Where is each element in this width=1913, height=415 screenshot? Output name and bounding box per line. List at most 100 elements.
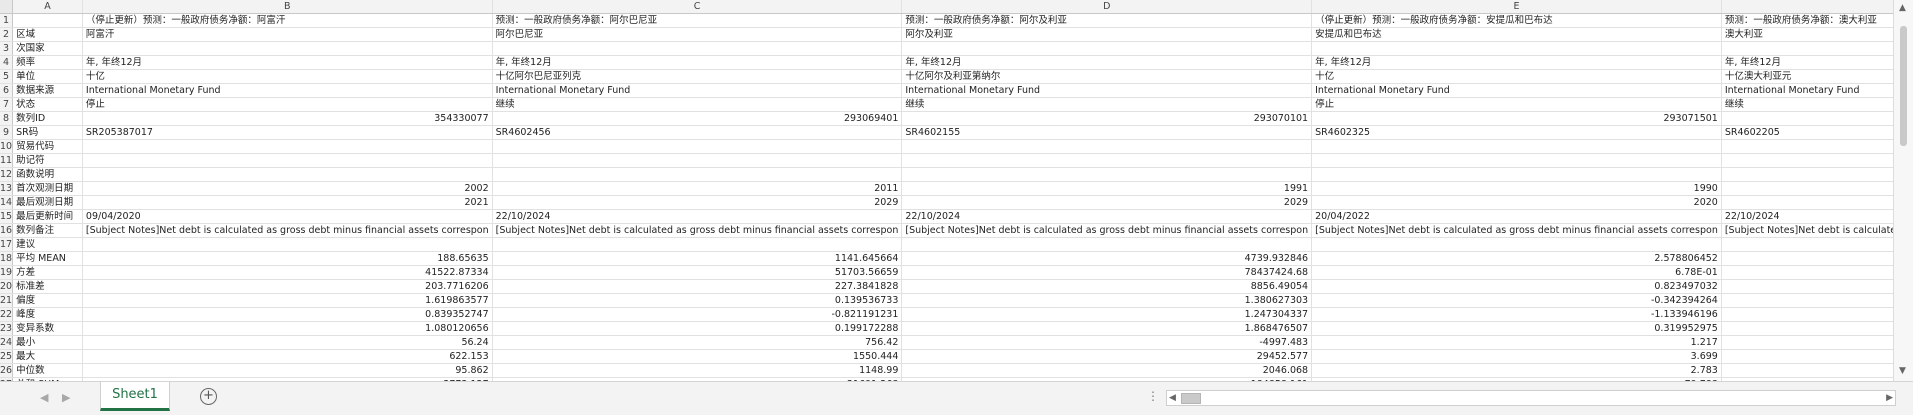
cell-c[interactable]: 1148.99 bbox=[492, 363, 903, 378]
cell-c[interactable]: 0.139536733 bbox=[492, 293, 903, 308]
horizontal-scroll-thumb[interactable] bbox=[1181, 393, 1201, 404]
cell-a[interactable]: 次国家 bbox=[12, 41, 83, 56]
scroll-down-icon[interactable]: ▼ bbox=[1899, 366, 1906, 376]
cell-b[interactable]: 0.839352747 bbox=[82, 307, 493, 322]
cell-d[interactable]: 78437424.68 bbox=[901, 265, 1313, 280]
cell-a[interactable] bbox=[12, 13, 83, 28]
cell-f[interactable] bbox=[1721, 195, 1893, 210]
cell-d[interactable] bbox=[901, 237, 1313, 252]
cell-a[interactable]: 标准差 bbox=[12, 279, 83, 294]
cell-b[interactable]: 622.153 bbox=[82, 349, 493, 364]
column-header[interactable]: E bbox=[1311, 0, 1722, 14]
cell-d[interactable]: SR4602155 bbox=[901, 125, 1313, 140]
cell-f[interactable]: 1.1 bbox=[1721, 321, 1893, 336]
cell-f[interactable]: 继续 bbox=[1721, 97, 1893, 112]
cell-b[interactable]: 41522.87334 bbox=[82, 265, 493, 280]
cell-d[interactable]: 十亿阿尔及利亚第纳尔 bbox=[901, 69, 1313, 84]
row-header[interactable]: 20 bbox=[0, 279, 14, 294]
cell-e[interactable] bbox=[1311, 237, 1722, 252]
cell-b[interactable]: SR205387017 bbox=[82, 125, 493, 140]
row-header[interactable]: 6 bbox=[0, 83, 14, 98]
column-header[interactable]: C bbox=[492, 0, 903, 14]
cell-a[interactable]: 方差 bbox=[12, 265, 83, 280]
cell-f[interactable]: 301 bbox=[1721, 251, 1893, 266]
horizontal-scrollbar[interactable]: ◀ ▶ bbox=[1166, 390, 1896, 406]
cell-d[interactable]: 22/10/2024 bbox=[901, 209, 1313, 224]
cell-a[interactable]: 函数说明 bbox=[12, 167, 83, 182]
row-header[interactable]: 15 bbox=[0, 209, 14, 224]
vertical-scroll-thumb[interactable] bbox=[1900, 26, 1907, 146]
column-header[interactable]: F bbox=[1721, 0, 1893, 14]
cell-c[interactable]: 年, 年终12月 bbox=[492, 55, 903, 70]
sheet-tab-sheet1[interactable]: Sheet1 bbox=[100, 382, 170, 411]
scroll-right-icon[interactable]: ▶ bbox=[1886, 391, 1893, 405]
cell-c[interactable]: 293069401 bbox=[492, 111, 903, 126]
cell-e[interactable]: （停止更新）预测：一般政府债务净额：安提瓜和巴布达 bbox=[1311, 13, 1722, 28]
cell-e[interactable] bbox=[1311, 153, 1722, 168]
cell-e[interactable]: -0.342394264 bbox=[1311, 293, 1722, 308]
more-options-icon[interactable]: ⋮ bbox=[1147, 389, 1159, 403]
data-table[interactable]: A B C D E F 1（停止更新）预测：一般政府债务净额：阿富汗预测：一般政… bbox=[0, 0, 1893, 381]
cell-e[interactable]: 6.78E-01 bbox=[1311, 265, 1722, 280]
row-header[interactable]: 24 bbox=[0, 335, 14, 350]
cell-d[interactable]: 1991 bbox=[901, 181, 1313, 196]
cell-b[interactable]: 188.65635 bbox=[82, 251, 493, 266]
row-header[interactable]: 11 bbox=[0, 153, 14, 168]
cell-f[interactable] bbox=[1721, 349, 1893, 364]
cell-a[interactable]: 最后观测日期 bbox=[12, 195, 83, 210]
row-header[interactable]: 17 bbox=[0, 237, 14, 252]
cell-e[interactable]: 293071501 bbox=[1311, 111, 1722, 126]
cell-a[interactable]: 最小 bbox=[12, 335, 83, 350]
cell-a[interactable]: 状态 bbox=[12, 97, 83, 112]
cell-d[interactable]: 1.868476507 bbox=[901, 321, 1313, 336]
cell-a[interactable]: 贸易代码 bbox=[12, 139, 83, 154]
vertical-scrollbar[interactable]: ▲ ▼ bbox=[1893, 0, 1913, 381]
cell-d[interactable]: 2046.068 bbox=[901, 363, 1313, 378]
row-header[interactable]: 16 bbox=[0, 223, 14, 238]
cell-e[interactable]: 2020 bbox=[1311, 195, 1722, 210]
cell-e[interactable]: SR4602325 bbox=[1311, 125, 1722, 140]
cell-b[interactable]: 09/04/2020 bbox=[82, 209, 493, 224]
cell-b[interactable]: 203.7716206 bbox=[82, 279, 493, 294]
cell-a[interactable]: 单位 bbox=[12, 69, 83, 84]
cell-d[interactable]: International Monetary Fund bbox=[901, 83, 1313, 98]
select-all-corner[interactable] bbox=[0, 0, 14, 14]
cell-b[interactable]: [Subject Notes]Net debt is calculated as… bbox=[82, 223, 493, 238]
cell-e[interactable]: 20/04/2022 bbox=[1311, 209, 1722, 224]
cell-d[interactable]: 继续 bbox=[901, 97, 1313, 112]
cell-f[interactable]: 3 bbox=[1721, 111, 1893, 126]
cell-d[interactable]: 阿尔及利亚 bbox=[901, 27, 1313, 42]
cell-f[interactable]: 0.7 bbox=[1721, 293, 1893, 308]
cell-e[interactable]: International Monetary Fund bbox=[1311, 83, 1722, 98]
cell-b[interactable] bbox=[82, 139, 493, 154]
cell-f[interactable]: 342 bbox=[1721, 279, 1893, 294]
cell-c[interactable]: 1550.444 bbox=[492, 349, 903, 364]
cell-d[interactable] bbox=[901, 167, 1313, 182]
cell-c[interactable]: -0.821191231 bbox=[492, 307, 903, 322]
cell-c[interactable]: 阿尔巴尼亚 bbox=[492, 27, 903, 42]
cell-b[interactable]: （停止更新）预测：一般政府债务净额：阿富汗 bbox=[82, 13, 493, 28]
cell-e[interactable]: 3.699 bbox=[1311, 349, 1722, 364]
cell-e[interactable] bbox=[1311, 41, 1722, 56]
cell-f[interactable] bbox=[1721, 181, 1893, 196]
cell-d[interactable]: 293070101 bbox=[901, 111, 1313, 126]
prev-sheet-icon[interactable]: ◀ bbox=[40, 391, 48, 404]
cell-a[interactable]: 助记符 bbox=[12, 153, 83, 168]
cell-f[interactable] bbox=[1721, 153, 1893, 168]
cell-f[interactable] bbox=[1721, 167, 1893, 182]
cell-c[interactable]: 2029 bbox=[492, 195, 903, 210]
cell-a[interactable]: 峰度 bbox=[12, 307, 83, 322]
column-header[interactable]: A bbox=[12, 0, 83, 14]
cell-b[interactable]: 阿富汗 bbox=[82, 27, 493, 42]
cell-c[interactable]: 51703.56659 bbox=[492, 265, 903, 280]
cell-d[interactable] bbox=[901, 41, 1313, 56]
cell-e[interactable]: 1990 bbox=[1311, 181, 1722, 196]
cell-f[interactable]: SR4602205 bbox=[1721, 125, 1893, 140]
row-header[interactable]: 14 bbox=[0, 195, 14, 210]
cell-d[interactable] bbox=[901, 153, 1313, 168]
cell-c[interactable]: 预测：一般政府债务净额：阿尔巴尼亚 bbox=[492, 13, 903, 28]
cell-b[interactable]: 2021 bbox=[82, 195, 493, 210]
row-header[interactable]: 5 bbox=[0, 69, 14, 84]
cell-b[interactable]: 年, 年终12月 bbox=[82, 55, 493, 70]
cell-e[interactable]: 1.217 bbox=[1311, 335, 1722, 350]
